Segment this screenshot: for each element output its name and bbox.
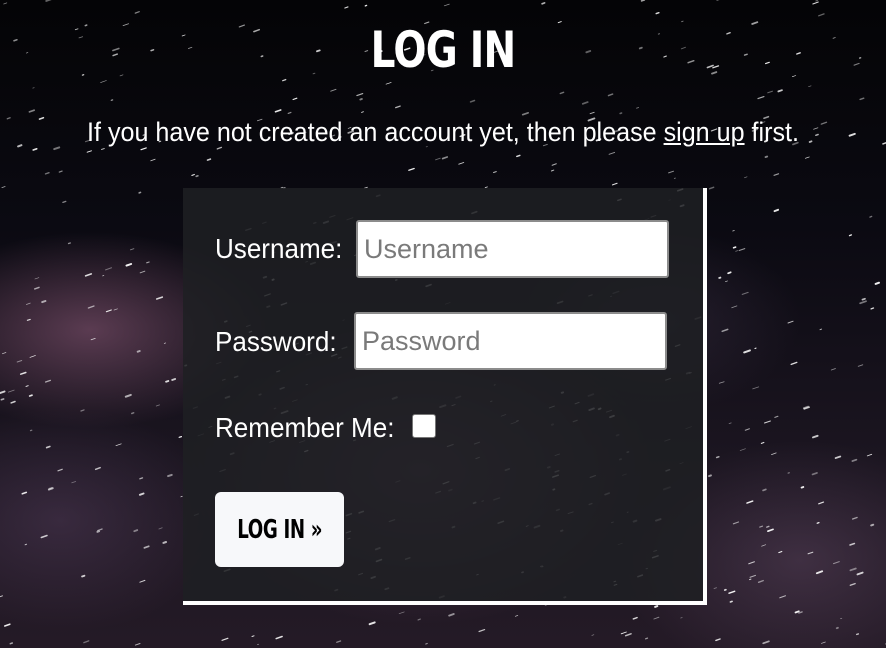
password-input[interactable] [354,312,667,370]
login-form: Username: Password: Remember Me: LOG IN … [183,188,707,605]
username-row: Username: [215,229,352,269]
remember-me-label: Remember Me: [215,412,395,443]
username-label: Username: [215,233,343,264]
signup-prompt: If you have not created an account yet, … [31,112,855,152]
remember-row: Remember Me: [215,408,408,448]
signup-prompt-text-after: first. [744,117,799,147]
log-in-button-label: LOG IN » [236,514,322,545]
sign-up-link[interactable]: sign up [664,117,745,147]
page-title: LOG IN [370,21,516,79]
log-in-button[interactable]: LOG IN » [215,492,344,567]
remember-me-checkbox[interactable] [412,414,436,438]
password-label: Password: [215,326,337,357]
password-row: Password: [215,322,346,362]
username-input[interactable] [356,220,669,278]
signup-prompt-text-before: If you have not created an account yet, … [87,117,664,147]
